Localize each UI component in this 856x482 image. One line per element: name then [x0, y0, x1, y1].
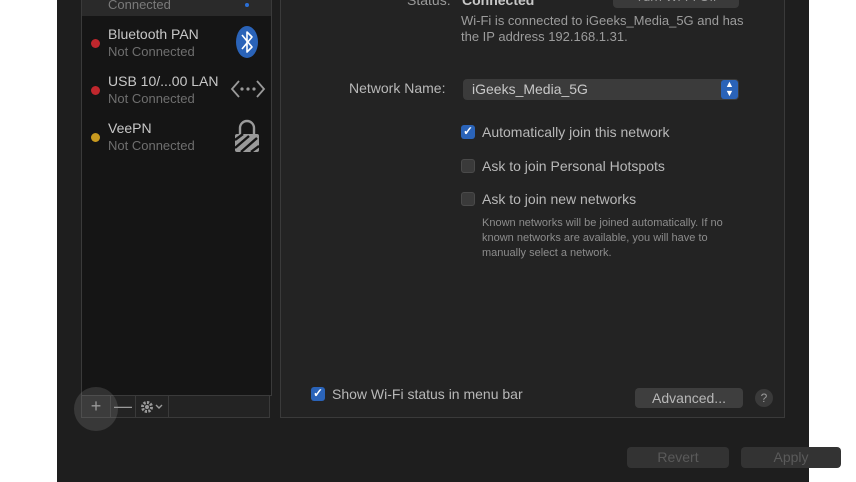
apply-button[interactable]: Apply [741, 447, 841, 468]
service-item-bluetooth-pan[interactable]: Bluetooth PAN Not Connected [82, 24, 271, 68]
status-label: Status: [407, 0, 451, 8]
service-name: Bluetooth PAN [108, 26, 199, 42]
checkbox-label: Ask to join Personal Hotspots [482, 158, 665, 174]
checkmark-icon: ✓ [313, 386, 324, 400]
network-name-value: iGeeks_Media_5G [472, 81, 588, 97]
help-button[interactable]: ? [755, 389, 773, 407]
service-item-wifi[interactable]: Connected [82, 0, 271, 16]
chevron-up-down-icon: ▲ ▼ [721, 80, 738, 99]
service-item-usb-lan[interactable]: USB 10/...00 LAN Not Connected [82, 71, 271, 115]
checkbox-label: Show Wi-Fi status in menu bar [332, 386, 523, 402]
service-name: USB 10/...00 LAN [108, 73, 219, 89]
toolbar-divider [168, 396, 169, 417]
service-name: VeePN [108, 120, 152, 136]
checkmark-icon: ✓ [463, 124, 474, 138]
auto-join-checkbox[interactable]: ✓ [461, 124, 475, 139]
status-description: Wi-Fi is connected to iGeeks_Media_5G an… [461, 13, 744, 44]
new-networks-hint: Known networks will be joined automatica… [482, 217, 723, 259]
status-value: Connected [462, 0, 535, 8]
service-status: Connected [108, 0, 171, 12]
gear-icon [141, 401, 163, 413]
turn-wifi-off-button[interactable]: Turn Wi-Fi Off [613, 0, 739, 8]
network-name-label: Network Name: [349, 80, 446, 96]
service-status: Not Connected [108, 91, 195, 106]
status-dot-yellow [91, 133, 100, 142]
network-name-select[interactable]: iGeeks_Media_5G ▲ ▼ [463, 79, 739, 100]
service-status: Not Connected [108, 44, 195, 59]
service-status: Not Connected [108, 138, 195, 153]
ethernet-icon [230, 71, 266, 107]
new-networks-checkbox[interactable] [461, 192, 475, 206]
status-dot-red [91, 39, 100, 48]
checkbox-label: Ask to join new networks [482, 191, 637, 207]
service-item-veepn[interactable]: VeePN Not Connected [82, 118, 271, 162]
personal-hotspots-checkbox[interactable] [461, 159, 475, 173]
advanced-button[interactable]: Advanced... [635, 388, 743, 408]
network-preferences-window: Connected Bluetooth PAN Not Connected US… [57, 0, 841, 482]
bluetooth-icon [230, 24, 264, 60]
service-list: Connected Bluetooth PAN Not Connected US… [81, 0, 272, 396]
checkbox-label: Automatically join this network [482, 124, 670, 140]
wifi-settings-pane: Status: Connected Turn Wi-Fi Off Wi-Fi i… [280, 0, 785, 418]
click-highlight [74, 387, 118, 431]
revert-button[interactable]: Revert [627, 447, 729, 468]
status-dot-red [91, 86, 100, 95]
show-wifi-status-checkbox[interactable]: ✓ [311, 386, 325, 401]
lock-icon [230, 118, 264, 154]
action-menu-button[interactable] [136, 396, 168, 417]
wifi-indicator [245, 3, 249, 7]
